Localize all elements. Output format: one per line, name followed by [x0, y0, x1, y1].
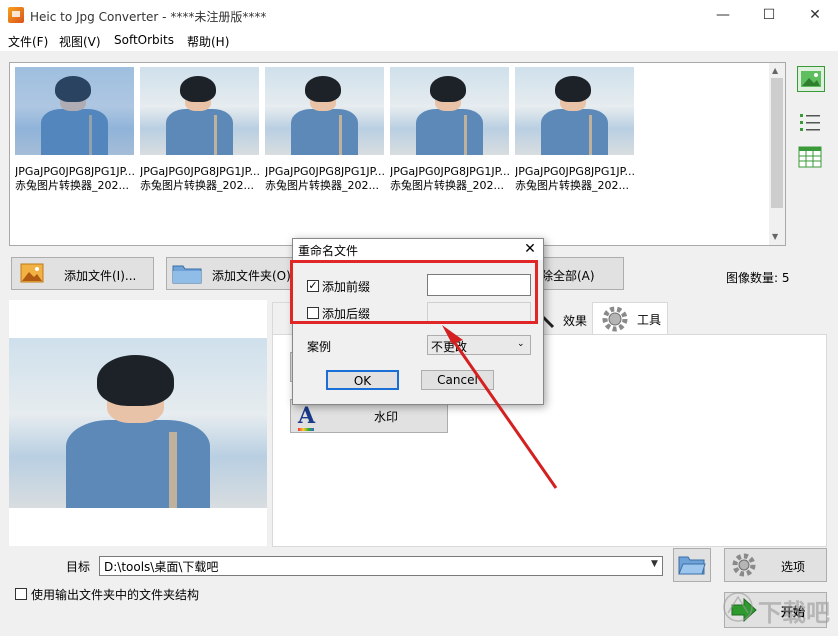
font-a-icon: A — [298, 403, 316, 429]
chevron-down-icon[interactable]: ▼ — [651, 559, 658, 569]
thumbnail-image[interactable] — [140, 67, 259, 155]
thumbnail-image[interactable] — [515, 67, 634, 155]
remove-all-label: 除全部(A) — [541, 269, 595, 283]
highlight-box — [290, 260, 538, 324]
thumbnail-image[interactable] — [15, 67, 134, 155]
list-view-icon[interactable] — [797, 110, 825, 136]
tab-tools-label: 工具 — [637, 313, 662, 327]
case-chevron-down-icon[interactable]: ⌄ — [517, 339, 525, 349]
caption-line-1: JPGaJPG0JPG8JPG1JP... — [265, 165, 385, 178]
image-count: 图像数量: 5 — [726, 271, 790, 285]
scroll-up-icon[interactable]: ▲ — [772, 66, 778, 75]
caption-line-2: 赤兔图片转换器_202... — [515, 179, 629, 192]
caption-line-2: 赤兔图片转换器_202... — [390, 179, 504, 192]
caption-line-2: 赤兔图片转换器_202... — [265, 179, 379, 192]
thumbnail-caption: JPGaJPG0JPG8JPG1JP... 赤兔图片转换器_202... — [15, 165, 136, 193]
menu-view[interactable]: 视图(V) — [59, 33, 101, 50]
menu-file[interactable]: 文件(F) — [8, 33, 48, 50]
caption-line-2: 赤兔图片转换器_202... — [140, 179, 254, 192]
open-folder-icon — [678, 554, 706, 579]
target-path-field[interactable]: D:\tools\桌面\下载吧 — [99, 556, 663, 576]
thumbnail-image[interactable] — [390, 67, 509, 155]
case-label: 案例 — [307, 340, 332, 354]
thumbnail-image[interactable] — [265, 67, 384, 155]
maximize-button[interactable]: ☐ — [746, 0, 792, 31]
app-icon — [8, 7, 24, 23]
target-path-value: D:\tools\桌面\下载吧 — [104, 560, 219, 574]
tab-effects[interactable]: 效果 — [563, 312, 587, 329]
thumbnail-caption: JPGaJPG0JPG8JPG1JP... 赤兔图片转换器_202... — [265, 165, 386, 193]
site-watermark: 下载吧 — [718, 577, 834, 633]
thumbnail-caption: JPGaJPG0JPG8JPG1JP... 赤兔图片转换器_202... — [390, 165, 511, 193]
table-view-icon[interactable] — [797, 145, 825, 171]
scrollbar-thumb[interactable] — [771, 78, 783, 208]
menu-help[interactable]: 帮助(H) — [187, 33, 229, 50]
ok-button[interactable]: OK — [326, 370, 399, 390]
folder-icon — [172, 262, 202, 287]
case-value: 不更改 — [431, 340, 468, 354]
minimize-button[interactable]: — — [700, 0, 746, 31]
gear-icon — [600, 304, 630, 337]
preview-photo — [9, 338, 267, 508]
menu-softorbits[interactable]: SoftOrbits — [114, 33, 174, 47]
caption-line-2: 赤兔图片转换器_202... — [15, 179, 129, 192]
caption-line-1: JPGaJPG0JPG8JPG1JP... — [390, 165, 510, 178]
add-folder-label: 添加文件夹(O)... — [212, 269, 292, 283]
dialog-title: 重命名文件 — [298, 244, 359, 258]
caption-line-1: JPGaJPG0JPG8JPG1JP... — [15, 165, 135, 178]
image-icon — [20, 263, 44, 286]
options-label: 选项 — [781, 560, 806, 574]
thumbnail-caption: JPGaJPG0JPG8JPG1JP... 赤兔图片转换器_202... — [140, 165, 261, 193]
thumbnail-view-icon[interactable] — [797, 66, 825, 92]
watermark-label: 水印 — [374, 410, 399, 424]
add-file-label: 添加文件(I)... — [64, 269, 137, 283]
folder-structure-checkbox[interactable] — [15, 588, 27, 600]
caption-line-1: JPGaJPG0JPG8JPG1JP... — [515, 165, 635, 178]
watermark-text: 下载吧 — [758, 599, 830, 627]
cancel-button[interactable]: Cancel — [421, 370, 494, 390]
window-title: Heic to Jpg Converter - ****未注册版**** — [30, 10, 267, 24]
close-button[interactable]: ✕ — [792, 0, 838, 31]
scroll-down-icon[interactable]: ▼ — [772, 232, 778, 241]
dialog-close-icon[interactable]: ✕ — [519, 239, 541, 259]
thumbnail-caption: JPGaJPG0JPG8JPG1JP... 赤兔图片转换器_202... — [515, 165, 636, 193]
target-label: 目标 — [66, 560, 91, 574]
color-bar-icon — [298, 428, 314, 431]
caption-line-1: JPGaJPG0JPG8JPG1JP... — [140, 165, 260, 178]
image-preview — [9, 300, 267, 546]
folder-structure-label: 使用输出文件夹中的文件夹结构 — [31, 588, 200, 602]
